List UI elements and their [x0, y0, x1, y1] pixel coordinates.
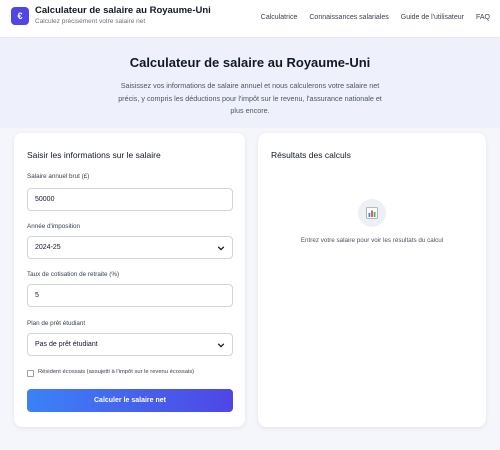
app-header: € Calculateur de salaire au Royaume-Uni …: [0, 0, 500, 38]
results-title: Résultats des calculs: [271, 150, 351, 160]
pension-input[interactable]: 5: [27, 284, 233, 307]
tax-year-label: Année d'imposition: [27, 223, 81, 230]
app-subtitle: Calculez précisément votre salaire net: [35, 18, 146, 25]
pension-input-value: 5: [35, 292, 39, 299]
euro-logo-icon: €: [11, 7, 29, 25]
nav-user-guide[interactable]: Guide de l'utilisateur: [401, 14, 464, 21]
pension-label: Taux de cotisation de retraite (%): [27, 271, 120, 278]
chevron-down-icon: [217, 246, 225, 251]
student-loan-value: Pas de prêt étudiant: [35, 341, 98, 348]
results-card: Résultats des calculs Entrez votre salai…: [258, 133, 486, 427]
form-title: Saisir les informations sur le salaire: [27, 150, 161, 160]
chevron-down-icon: [217, 343, 225, 348]
salary-input-value: 50000: [35, 196, 55, 203]
results-placeholder: [358, 199, 386, 227]
salary-form-card: Saisir les informations sur le salaire S…: [14, 133, 245, 427]
salary-input[interactable]: 50000: [27, 188, 233, 211]
tax-year-value: 2024-25: [35, 244, 61, 251]
app-title: Calculateur de salaire au Royaume-Uni: [35, 5, 211, 16]
student-loan-select[interactable]: Pas de prêt étudiant: [27, 333, 233, 356]
nav-faq[interactable]: FAQ: [476, 14, 490, 21]
salary-label: Salaire annuel brut (£): [27, 173, 90, 180]
nav-salary-knowledge[interactable]: Connaissances salariales: [309, 14, 388, 21]
main-nav: Calculatrice Connaissances salariales Gu…: [261, 14, 490, 21]
page-description: Saisissez vos informations de salaire an…: [118, 81, 382, 115]
student-loan-label: Plan de prêt étudiant: [27, 320, 86, 327]
tax-year-select[interactable]: 2024-25: [27, 236, 233, 259]
bar-chart-icon: [366, 207, 378, 219]
scottish-resident-label: Résident écossais (assujetti à l'impôt s…: [38, 369, 195, 375]
nav-calculator[interactable]: Calculatrice: [261, 14, 298, 21]
scottish-resident-checkbox[interactable]: [27, 370, 34, 377]
page-title: Calculateur de salaire au Royaume-Uni: [129, 55, 371, 70]
calculate-button[interactable]: Calculer le salaire net: [27, 389, 233, 412]
results-empty-message: Entrez votre salaire pour voir les résul…: [300, 237, 444, 244]
